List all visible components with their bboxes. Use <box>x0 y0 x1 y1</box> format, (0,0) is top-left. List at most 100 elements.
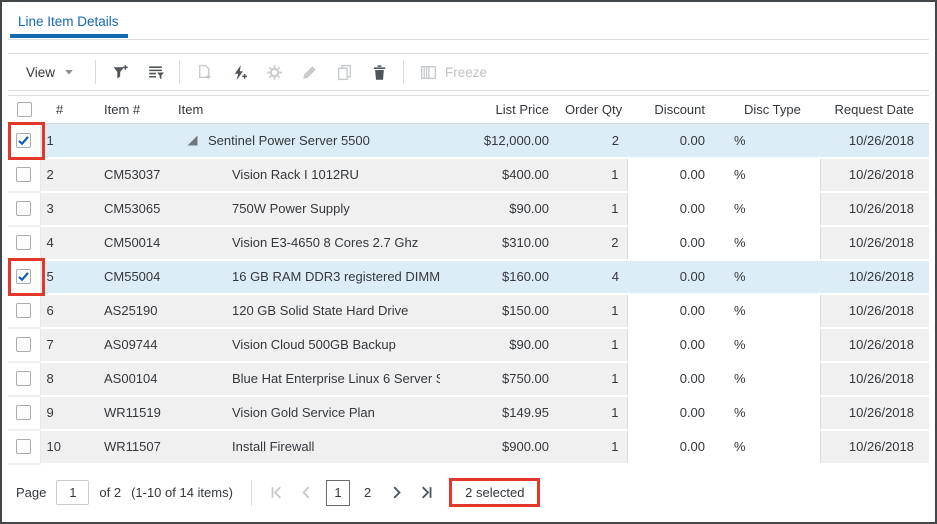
cell-disc-type[interactable]: % <box>722 158 820 192</box>
cell-select <box>8 124 40 158</box>
cell-item: Sentinel Power Server 5500 <box>172 124 440 158</box>
current-page-button[interactable]: 1 <box>326 480 350 506</box>
last-page-button[interactable] <box>415 482 437 504</box>
filter-table-button[interactable] <box>146 63 164 81</box>
cell-item-number: CM55004 <box>98 260 172 294</box>
table-row[interactable]: 1Sentinel Power Server 5500$12,000.0020.… <box>8 124 929 158</box>
item-label: 750W Power Supply <box>172 201 350 216</box>
view-menu-button[interactable]: View <box>20 63 80 82</box>
cell-discount[interactable]: 0.00 <box>627 124 722 158</box>
cell-select <box>8 226 40 260</box>
cell-discount[interactable]: 0.00 <box>627 396 722 430</box>
cell-order-qty: 4 <box>565 260 627 294</box>
footer-divider <box>251 480 252 506</box>
col-header-item-number: Item # <box>98 96 172 124</box>
cell-item-number: CM53037 <box>98 158 172 192</box>
row-checkbox[interactable] <box>16 371 31 386</box>
cell-item: 750W Power Supply <box>172 192 440 226</box>
cell-disc-type[interactable]: % <box>722 226 820 260</box>
duplicate-button <box>335 63 353 81</box>
table-row[interactable]: 10WR11507Install Firewall$900.0010.00%10… <box>8 430 929 464</box>
cell-order-qty: 1 <box>565 328 627 362</box>
cell-select <box>8 192 40 226</box>
first-page-icon <box>268 484 285 501</box>
cell-discount[interactable]: 0.00 <box>627 192 722 226</box>
action-button-group <box>195 63 388 81</box>
page-button[interactable]: 2 <box>358 485 377 500</box>
cell-row-number: 10 <box>40 430 98 464</box>
cell-item-number: CM50014 <box>98 226 172 260</box>
add-filter-button[interactable] <box>111 63 129 81</box>
cell-item-number: WR11507 <box>98 430 172 464</box>
row-checkbox[interactable] <box>16 405 31 420</box>
cell-list-price: $12,000.00 <box>440 124 565 158</box>
cell-discount[interactable]: 0.00 <box>627 294 722 328</box>
delete-button[interactable] <box>370 63 388 81</box>
run-action-icon <box>231 64 248 81</box>
col-header-row-number: # <box>40 96 98 124</box>
row-checkbox[interactable] <box>16 235 31 250</box>
collapse-icon[interactable] <box>187 135 198 146</box>
cell-request-date: 10/26/2018 <box>820 124 929 158</box>
cell-order-qty: 1 <box>565 396 627 430</box>
cell-discount[interactable]: 0.00 <box>627 158 722 192</box>
tab-bar: Line Item Details <box>8 2 929 40</box>
cell-disc-type[interactable]: % <box>722 192 820 226</box>
toolbar-divider <box>95 60 96 84</box>
table-row[interactable]: 6AS25190120 GB Solid State Hard Drive$15… <box>8 294 929 328</box>
page-label: Page <box>16 485 46 500</box>
cell-request-date: 10/26/2018 <box>820 328 929 362</box>
row-checkbox[interactable] <box>16 201 31 216</box>
filter-button-group <box>111 63 164 81</box>
cell-discount[interactable]: 0.00 <box>627 226 722 260</box>
table-row[interactable]: 4CM50014Vision E3-4650 8 Cores 2.7 Ghz$3… <box>8 226 929 260</box>
run-action-button[interactable] <box>230 63 248 81</box>
row-checkbox[interactable] <box>16 269 31 284</box>
row-checkbox[interactable] <box>16 133 31 148</box>
cell-list-price: $90.00 <box>440 328 565 362</box>
item-label: Vision Rack I 1012RU <box>172 167 359 182</box>
cell-disc-type[interactable]: % <box>722 294 820 328</box>
cell-disc-type[interactable]: % <box>722 260 820 294</box>
view-menu-label: View <box>26 65 55 80</box>
table-row[interactable]: 7AS09744Vision Cloud 500GB Backup$90.001… <box>8 328 929 362</box>
cell-disc-type[interactable]: % <box>722 362 820 396</box>
cell-row-number: 8 <box>40 362 98 396</box>
cell-list-price: $310.00 <box>440 226 565 260</box>
row-checkbox[interactable] <box>16 439 31 454</box>
cell-item-number: AS25190 <box>98 294 172 328</box>
filter-table-icon <box>147 64 164 81</box>
cell-discount[interactable]: 0.00 <box>627 260 722 294</box>
page-number-input[interactable] <box>56 480 89 505</box>
cell-discount[interactable]: 0.00 <box>627 430 722 464</box>
cell-disc-type[interactable]: % <box>722 396 820 430</box>
table-row[interactable]: 2CM53037Vision Rack I 1012RU$400.0010.00… <box>8 158 929 192</box>
cell-discount[interactable]: 0.00 <box>627 328 722 362</box>
table-row[interactable]: 8AS00104Blue Hat Enterprise Linux 6 Serv… <box>8 362 929 396</box>
table-row[interactable]: 3CM53065750W Power Supply$90.0010.00%10/… <box>8 192 929 226</box>
col-header-item: Item <box>172 96 440 124</box>
cell-order-qty: 1 <box>565 192 627 226</box>
row-checkbox[interactable] <box>16 167 31 182</box>
cell-disc-type[interactable]: % <box>722 328 820 362</box>
tab-line-item-details[interactable]: Line Item Details <box>10 3 128 38</box>
first-page-button <box>266 482 288 504</box>
cell-order-qty: 1 <box>565 294 627 328</box>
select-all-checkbox[interactable] <box>17 102 32 117</box>
table-row[interactable]: 9WR11519Vision Gold Service Plan$149.951… <box>8 396 929 430</box>
cell-item: 16 GB RAM DDR3 registered DIMMs <box>172 260 440 294</box>
cell-request-date: 10/26/2018 <box>820 430 929 464</box>
cell-request-date: 10/26/2018 <box>820 260 929 294</box>
cell-disc-type[interactable]: % <box>722 124 820 158</box>
freeze-label: Freeze <box>445 65 487 80</box>
row-checkbox[interactable] <box>16 303 31 318</box>
row-checkbox[interactable] <box>16 337 31 352</box>
page-of-label: of 2 <box>99 485 121 500</box>
cell-item-number: WR11519 <box>98 396 172 430</box>
next-page-button[interactable] <box>385 482 407 504</box>
cell-disc-type[interactable]: % <box>722 430 820 464</box>
cell-item-number: AS09744 <box>98 328 172 362</box>
cell-discount[interactable]: 0.00 <box>627 362 722 396</box>
cell-request-date: 10/26/2018 <box>820 158 929 192</box>
table-row[interactable]: 5CM5500416 GB RAM DDR3 registered DIMMs$… <box>8 260 929 294</box>
